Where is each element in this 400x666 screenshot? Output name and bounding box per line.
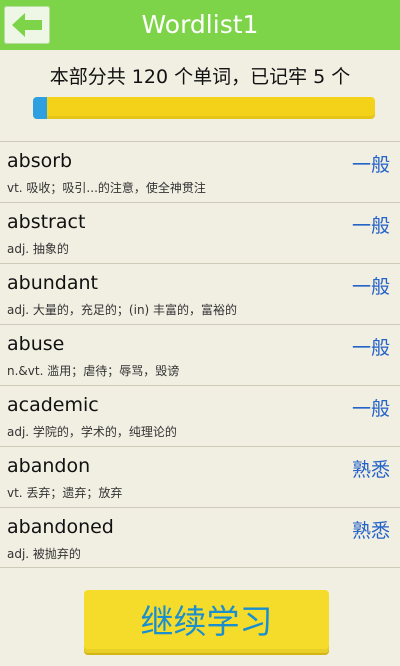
word-row[interactable]: abstract adj. 抽象的 一般 — [0, 202, 400, 263]
word-row[interactable]: abandon vt. 丢弃；遗弃；放弃 熟悉 — [0, 446, 400, 507]
continue-learning-button[interactable]: 继续学习 — [84, 590, 329, 653]
familiarity-level[interactable]: 一般 — [352, 333, 390, 360]
word-row[interactable]: abundant adj. 大量的，充足的；(in) 丰富的，富裕的 一般 — [0, 263, 400, 324]
word-definition: adj. 大量的，充足的；(in) 丰富的，富裕的 — [7, 303, 238, 317]
back-button[interactable] — [4, 6, 50, 44]
arrow-left-icon — [12, 13, 42, 37]
app-header: Wordlist1 — [0, 0, 400, 50]
word-row[interactable]: academic adj. 学院的，学术的，纯理论的 一般 — [0, 385, 400, 446]
page-title: Wordlist1 — [141, 10, 259, 39]
word-definition: adj. 抽象的 — [7, 242, 69, 256]
word-text: academic — [7, 394, 99, 416]
word-text: abstract — [7, 211, 86, 233]
word-definition: vt. 吸收；吸引...的注意，使全神贯注 — [7, 181, 206, 195]
word-text: absorb — [7, 150, 73, 172]
word-definition: adj. 被抛弃的 — [7, 547, 81, 561]
word-text: abandoned — [7, 516, 114, 538]
familiarity-level[interactable]: 一般 — [352, 272, 390, 299]
word-row[interactable]: absorb vt. 吸收；吸引...的注意，使全神贯注 一般 — [0, 141, 400, 202]
word-definition: adj. 学院的，学术的，纯理论的 — [7, 425, 177, 439]
word-list: absorb vt. 吸收；吸引...的注意，使全神贯注 一般 abstract… — [0, 141, 400, 568]
word-row[interactable]: abandoned adj. 被抛弃的 熟悉 — [0, 507, 400, 568]
progress-summary: 本部分共 120 个单词，已记牢 5 个 — [49, 66, 351, 88]
word-definition: n.&vt. 滥用；虐待；辱骂，毁谤 — [7, 364, 180, 378]
familiarity-level[interactable]: 熟悉 — [352, 516, 390, 543]
familiarity-level[interactable]: 一般 — [352, 394, 390, 421]
word-row[interactable]: abuse n.&vt. 滥用；虐待；辱骂，毁谤 一般 — [0, 324, 400, 385]
familiarity-level[interactable]: 一般 — [352, 150, 390, 177]
familiarity-level[interactable]: 熟悉 — [352, 455, 390, 482]
word-text: abuse — [7, 333, 65, 355]
progress-bar-fill — [33, 97, 48, 119]
progress-bar — [33, 97, 375, 119]
word-text: abundant — [7, 272, 98, 294]
word-definition: vt. 丢弃；遗弃；放弃 — [7, 486, 123, 500]
word-text: abandon — [7, 455, 91, 477]
familiarity-level[interactable]: 一般 — [352, 211, 390, 238]
